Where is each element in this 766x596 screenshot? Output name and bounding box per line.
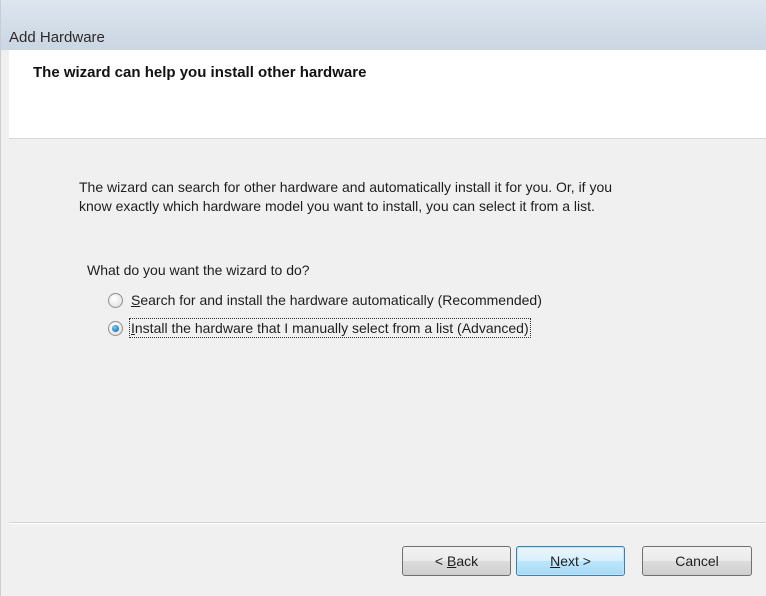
back-label: ack xyxy=(456,553,479,569)
radio-button-checked[interactable] xyxy=(108,320,123,336)
title-bar[interactable]: Add Hardware xyxy=(1,0,766,50)
option-search-automatically[interactable]: Search for and install the hardware auto… xyxy=(108,290,542,310)
accelerator-key: S xyxy=(131,292,141,308)
accelerator-key: N xyxy=(550,553,561,569)
window-title: Add Hardware xyxy=(9,29,105,46)
back-button[interactable]: < Back xyxy=(402,546,511,576)
question-label: What do you want the wizard to do? xyxy=(87,262,310,278)
wizard-header: The wizard can help you install other ha… xyxy=(9,50,766,139)
radio-button-unchecked[interactable] xyxy=(108,292,123,308)
next-button[interactable]: Next > xyxy=(516,546,625,576)
next-label: ext > xyxy=(560,553,591,569)
option-label-search: Search for and install the hardware auto… xyxy=(131,292,542,308)
intro-line-1: The wizard can search for other hardware… xyxy=(79,179,613,195)
intro-line-2: know exactly which hardware model you wa… xyxy=(79,198,595,214)
option-text: nstall the hardware that I manually sele… xyxy=(134,320,529,336)
option-manual-select[interactable]: Install the hardware that I manually sel… xyxy=(108,318,531,338)
add-hardware-window: Add Hardware The wizard can help you ins… xyxy=(0,0,766,596)
cancel-button[interactable]: Cancel xyxy=(642,546,752,576)
back-prefix: < xyxy=(434,553,447,569)
intro-text: The wizard can search for other hardware… xyxy=(79,178,719,216)
accelerator-key: B xyxy=(446,553,457,569)
option-text: earch for and install the hardware autom… xyxy=(140,292,542,308)
option-label-manual: Install the hardware that I manually sel… xyxy=(129,318,531,338)
wizard-heading: The wizard can help you install other ha… xyxy=(33,64,367,81)
